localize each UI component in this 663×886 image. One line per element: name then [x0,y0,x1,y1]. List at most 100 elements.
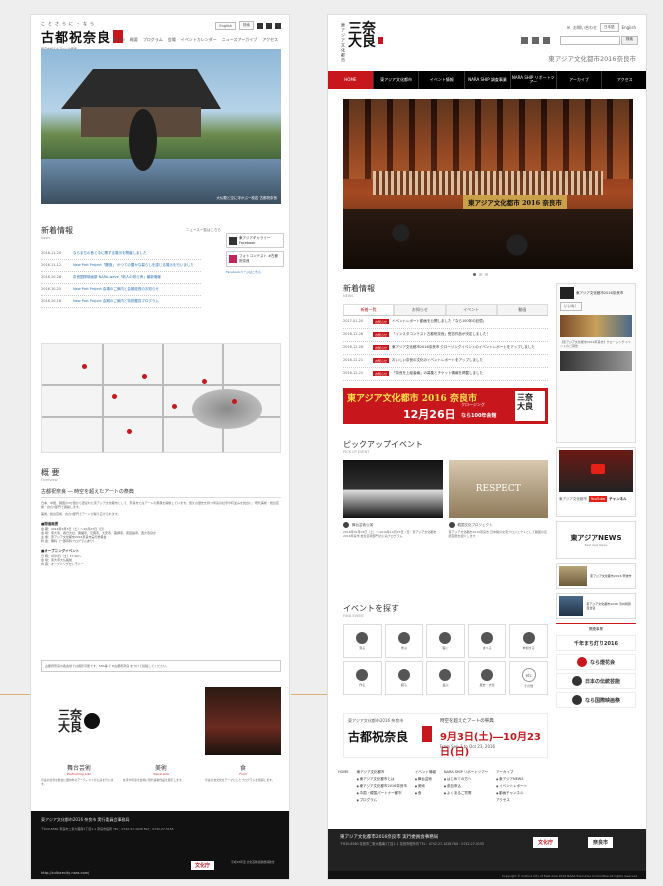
pickup-card[interactable]: 舞台芸術公演 2016年09月03日（土）～2016年10月23日（日）東アジア… [343,460,443,538]
youtube-icon[interactable] [275,22,281,29]
footer-nav-link[interactable]: 舞台芸術 [415,777,436,782]
related-banner[interactable]: なら国際映画祭 [556,692,636,708]
nav-culture-city[interactable]: 東アジア文化都市 [374,71,420,89]
facebook-page-name[interactable]: 東アジア文化都市2016奈良市 [576,291,623,296]
partner-city-link[interactable]: 東アジア文化都市2016 寧波市 [556,563,636,589]
like-button[interactable]: いいね！ [560,302,582,311]
event-category-play[interactable]: 遊ぶ [426,661,465,695]
footer-url[interactable]: http://culturecity-nara.com/ [41,871,89,875]
news-link[interactable]: イベントレポート動画を公開しました「なら100年の記憶」 [392,319,486,324]
footer-nav-head[interactable]: 東アジア文化都市 [357,770,407,775]
footer-nav-link[interactable]: イベントレポート [496,784,527,789]
footer-nav-link[interactable]: 動画チャンネル [496,791,527,796]
venue-pin-icon[interactable] [202,379,207,384]
related-banner[interactable]: 日本の伝統芸能 [556,673,636,689]
partner-city-link[interactable]: 東アジア文化都市2016 済州特別自治道 [556,593,636,619]
bunkacho-logo[interactable]: 文化庁 [191,861,215,870]
nav-venue[interactable]: 会場 [168,37,176,43]
search-button[interactable]: 検索 [621,36,638,45]
nav-events[interactable]: イベント情報 [419,71,466,89]
slide-dot[interactable] [473,273,476,276]
news-item[interactable]: 2017.01.20 お知らせ イベントレポート動画を公開しました「なら100年の記… [343,316,548,329]
footer-nav-link[interactable]: よくあるご質問 [444,791,488,796]
nav-overview[interactable]: 概要 [130,37,138,43]
event-category-join[interactable]: 参加する [509,624,548,658]
footer-nav-link[interactable]: 参加申込 [444,784,488,789]
related-banner[interactable]: 千年まち灯り2016 [556,635,636,651]
venue-pin-icon[interactable] [127,429,132,434]
venue-pin-icon[interactable] [112,394,117,399]
event-category-watch[interactable]: 観る [384,661,424,695]
event-category-eat[interactable]: 食べる [467,624,507,658]
nav-archive[interactable]: アーカイブ [557,71,603,89]
news-link[interactable]: 「インスタコンテスト古都祝奈良」受賞作品が決定しました！ [392,332,490,337]
nav-access[interactable]: アクセス [602,71,646,89]
facebook-widget[interactable]: 東アジア文化都市2016奈良市 いいね！ 【東アジア文化都市2016奈良市】クロ… [556,283,636,443]
footer-nav-link[interactable]: 中国・韓国パートナー都市 [357,791,407,796]
tab-video[interactable]: 動画 [496,304,548,315]
closing-event-banner[interactable]: 東アジア文化都市 2016 奈良市 12月26日 クロージング なら100年会館… [343,388,548,424]
news-more-link[interactable]: ニュース一覧はこちら [186,228,221,233]
east-asia-news-banner[interactable]: 東アジアNEWS East Asia News [556,521,636,559]
instagram-contest-card[interactable]: フォトコンテスト #古都祝奈良 [226,251,284,267]
lang-japanese-button[interactable]: 日本語 [600,23,619,32]
footer-nav-head[interactable]: アーカイブ [496,770,527,775]
site-logo[interactable]: ことさらに・なら 古都祝奈良 時空を超えたアートの祭典 [41,21,124,51]
news-item[interactable]: 2016.11.12 New Port Project「醸造」 かつての豊かな暮ら… [41,260,201,272]
facebook-icon[interactable] [521,37,528,44]
news-item[interactable]: 2016.12.21 お知らせ 「奈良を上級者編」の募集とチケット情報を掲載しました [343,368,548,381]
footer-nav-link[interactable]: プログラム [357,798,407,803]
news-item[interactable]: 2016.10.28 奈良国際映画祭 NARA-wave「新人の呼び声」最新情報 [41,272,201,284]
footer-nav-link[interactable]: 美術 [415,784,436,789]
facebook-gallery-card[interactable]: 東アジアギャラリー Facebook [226,233,284,248]
lang-english-link[interactable]: English [622,25,636,30]
nav-nara-ship-tour[interactable]: NARA SHIP リポートツアー [511,71,557,89]
news-link[interactable]: New Port Project「醸造」 かつての豊かな暮らしを感じる展示を行い… [73,263,194,268]
hero-slideshow[interactable]: 東アジア文化都市 2016 奈良市 [343,99,633,269]
footer-nav-link[interactable]: 東アジア文化都市とは [357,777,407,782]
tab-all[interactable]: 新着一覧 [343,304,395,315]
venue-pin-icon[interactable] [82,364,87,369]
footer-nav-head[interactable]: NARA SHIP リポートツアー [444,770,488,775]
news-link[interactable]: 東アジア文化都市2016奈良市 クロージングイベントのイベントレポートをアップし… [392,345,535,350]
mail-icon[interactable]: ✉ [567,25,570,30]
contact-link[interactable]: お問い合わせ [573,25,597,31]
twitter-icon[interactable] [266,22,272,29]
event-category-history[interactable]: 歴史・文化 [467,661,507,695]
event-category-learn[interactable]: 学ぶ [384,624,424,658]
facebook-icon[interactable] [257,22,263,29]
pickup-card[interactable]: RESPECT 韓国文化プロジェクト 東アジア文化都市2016奈良市 日中韓の交… [448,460,548,538]
festival-banner[interactable]: 東アジア文化都市2016 奈良市 古都祝奈良 時空を超えたアートの祭典 9月3日… [343,713,548,758]
tab-notice[interactable]: お知らせ [394,304,446,315]
news-item[interactable]: 2016.12.21 お知らせ おいしい奈良の文化のイベントレポートをアップしました [343,355,548,368]
news-item[interactable]: 2016.12.28 お知らせ 「インスタコンテスト古都祝奈良」受賞作品が決定しまし… [343,329,548,342]
news-link[interactable]: New Port Project 会期のご案内と特別鑑賞プログラム [73,299,159,304]
footer-nav-link[interactable]: 東アジア文化都市2016奈良市 [357,784,407,789]
nav-program[interactable]: プログラム [143,37,163,43]
footer-nav-link[interactable]: はじめての方へ [444,777,488,782]
news-link[interactable]: おいしい奈良の文化のイベントレポートをアップしました [392,358,483,363]
slide-dot[interactable] [485,273,488,276]
nav-calendar[interactable]: イベントカレンダー [181,37,217,43]
search-button[interactable]: 検索 [239,21,254,30]
youtube-thumbnail[interactable] [559,450,633,492]
event-category-see[interactable]: 見る [343,624,382,658]
news-item[interactable]: 2016.10.18 New Port Project 会期のご案内と特別鑑賞プロ… [41,296,201,308]
twitter-icon[interactable] [532,37,539,44]
news-item[interactable]: 2016.11.20 ならまちの昔と今に関する展示を開催しました [41,248,201,260]
nara-city-logo[interactable]: 奈良市 [588,837,614,848]
nav-access[interactable]: アクセス [262,37,278,43]
site-logo[interactable]: 東アジア文化都市 三奈 大良 [340,22,383,63]
news-link[interactable]: 「奈良を上級者編」の募集とチケット情報を掲載しました [392,371,483,376]
event-category-other[interactable]: etc その他 [509,661,548,695]
english-button[interactable]: English [215,21,236,30]
footer-nav-link[interactable]: 東アジアNEWS [496,777,527,782]
youtube-widget[interactable]: 東アジア文化都市 YouTube チャンネル [556,447,636,517]
event-category-make[interactable]: 作る [343,661,382,695]
footer-nav-head[interactable]: アクセス [496,798,527,803]
venue-pin-icon[interactable] [172,404,177,409]
news-link[interactable]: New Port Project 会場のご案内と会期延長のお知らせ [73,287,159,292]
nav-archive[interactable]: ニュースアーカイブ [222,37,258,43]
category-card-performing[interactable]: 三奈 大良 舞台芸術 Performing Arts 奈良の社寺を舞台に国内外のア… [41,687,117,786]
event-category-listen[interactable]: 聴く [426,624,465,658]
